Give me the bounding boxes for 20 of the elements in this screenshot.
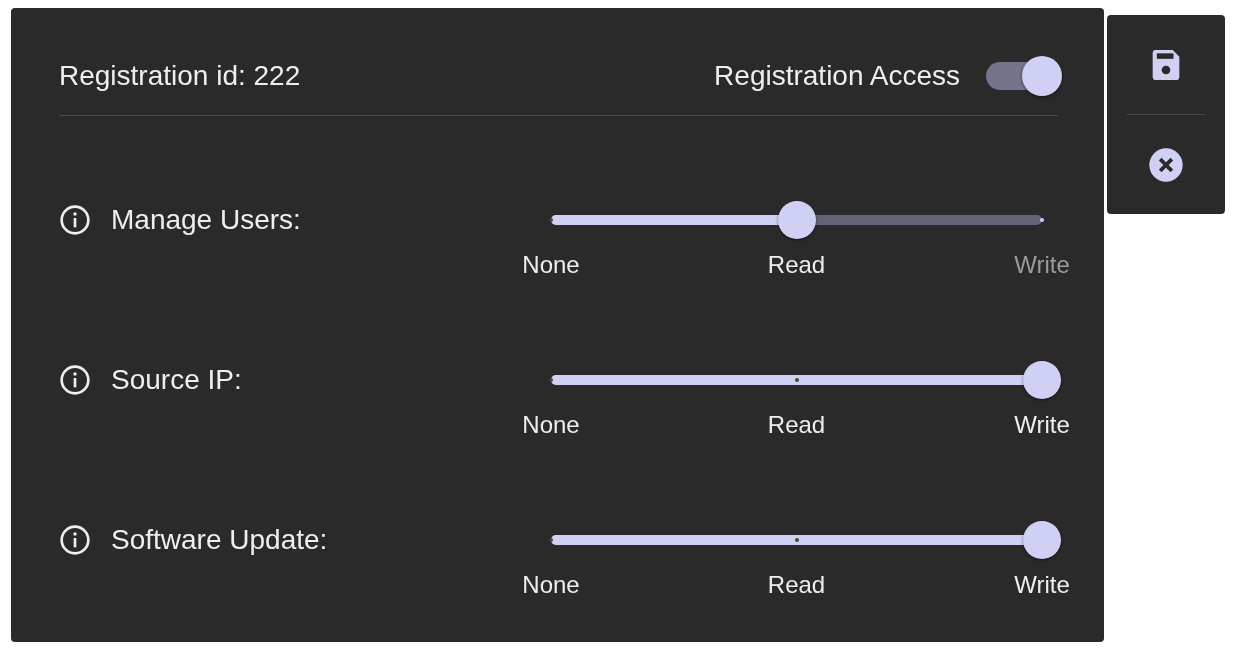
permission-label: Software Update: [111,524,328,556]
slider-thumb[interactable] [1023,521,1061,559]
slider-thumb[interactable] [777,201,816,239]
tick-label: Write [1013,571,1071,599]
tick-label: Read [766,571,827,599]
tick-label: Write [1013,411,1071,439]
permission-label: Manage Users: [111,204,301,236]
tick-label: None [521,251,581,279]
permission-label: Source IP: [111,364,242,396]
tick-label: Read [766,411,827,439]
tick-label: Write [1013,251,1071,279]
access-label: Registration Access [714,60,960,92]
slider-thumb[interactable] [1023,361,1061,399]
registration-title: Registration id: 222 [59,59,301,93]
info-icon[interactable] [59,204,91,236]
info-icon[interactable] [59,524,91,556]
tick-label: None [521,411,581,439]
info-icon[interactable] [59,364,91,396]
tick-label: None [521,571,581,599]
tick-label: Read [766,251,827,279]
